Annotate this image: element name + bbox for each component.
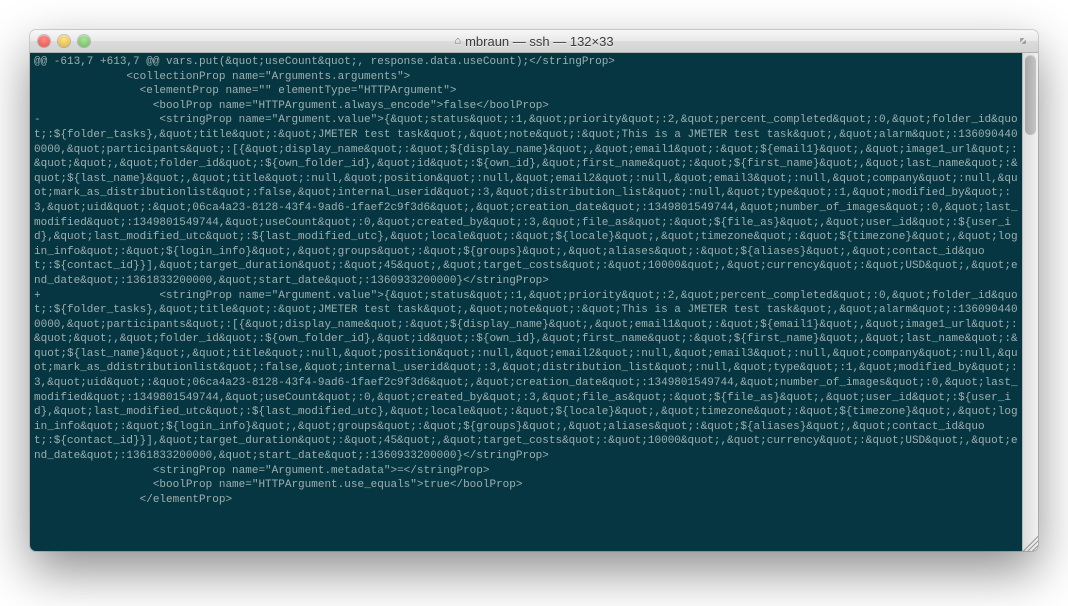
terminal-window: ⌂ mbraun — ssh — 132×33 @@ -613,7 +613,7… — [30, 30, 1038, 551]
resize-grip[interactable] — [1023, 536, 1038, 551]
home-icon: ⌂ — [454, 35, 461, 47]
title-text: mbraun — ssh — 132×33 — [465, 34, 614, 49]
window-title: ⌂ mbraun — ssh — 132×33 — [30, 34, 1038, 49]
zoom-button[interactable] — [78, 35, 90, 47]
scroll-thumb[interactable] — [1025, 55, 1036, 135]
minimize-button[interactable] — [58, 35, 70, 47]
close-button[interactable] — [38, 35, 50, 47]
terminal-content[interactable]: @@ -613,7 +613,7 @@ vars.put(&quot;useCo… — [30, 53, 1022, 551]
scrollbar[interactable] — [1022, 53, 1038, 551]
traffic-lights — [38, 35, 90, 47]
terminal-body: @@ -613,7 +613,7 @@ vars.put(&quot;useCo… — [30, 53, 1038, 551]
expand-icon[interactable] — [1016, 34, 1030, 48]
titlebar[interactable]: ⌂ mbraun — ssh — 132×33 — [30, 30, 1038, 53]
